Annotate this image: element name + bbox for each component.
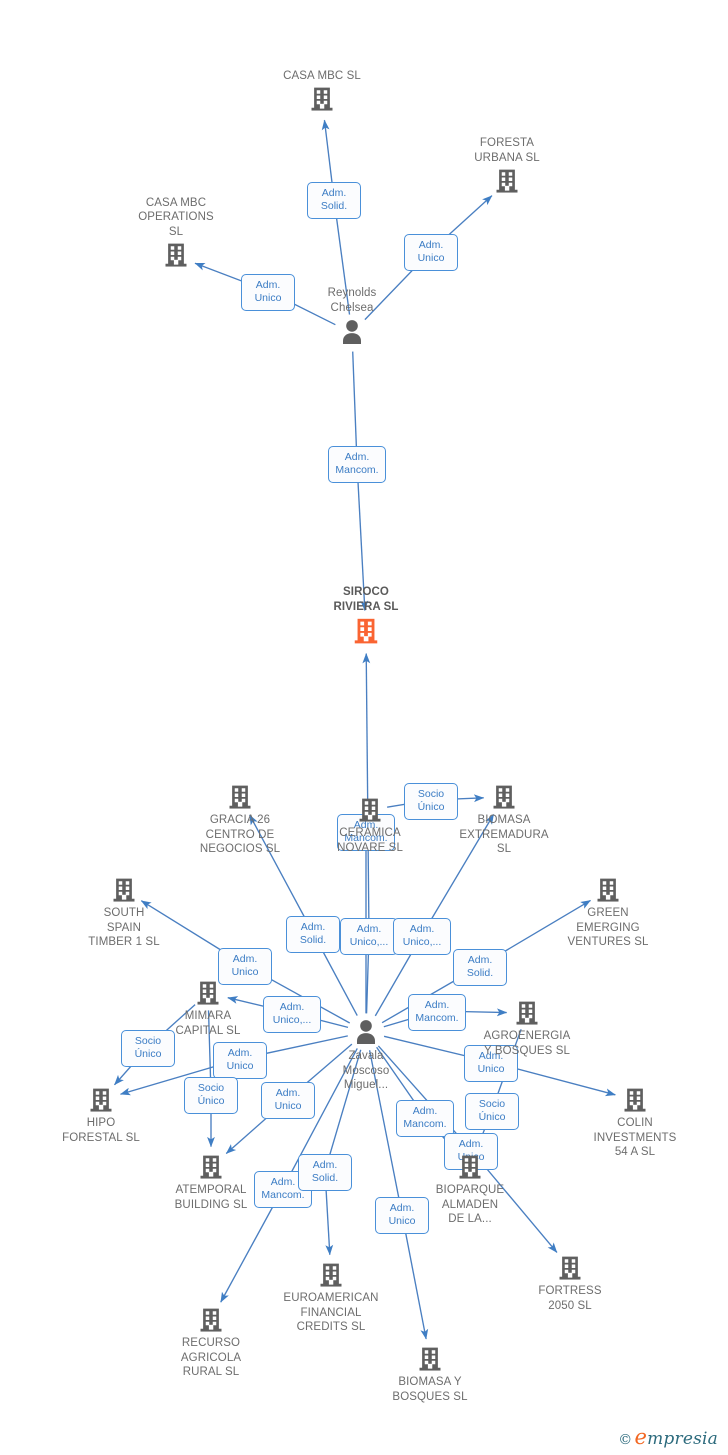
node-label: EUROAMERICAN FINANCIAL CREDITS SL [283,1292,379,1333]
node-zavala_moscoso[interactable]: Zavala Moscoso Miguel... [301,1017,431,1093]
node-label: BIOMASA EXTREMADURA SL [459,814,549,855]
node-mimara_capital[interactable]: MIMARA CAPITAL SL [143,979,273,1038]
node-bioparque_almaden[interactable]: BIOPARQUE ALMADEN DE LA... [405,1153,535,1227]
node-label: GRACIA 26 CENTRO DE NEGOCIOS SL [199,814,281,855]
node-gracia_26[interactable]: GRACIA 26 CENTRO DE NEGOCIOS SL [175,783,305,857]
node-label: FORTRESS 2050 SL [538,1285,602,1312]
node-label: CERAMICA NOVARE SL [337,827,403,854]
relationship-tag-agroenergia-to-bioparque_almaden[interactable]: Socio Único [465,1093,519,1130]
node-recurso_agricola[interactable]: RECURSO AGRICOLA RURAL SL [146,1306,276,1380]
company-building-icon [439,783,569,811]
company-building-icon [505,1254,635,1282]
company-building-icon [462,999,592,1027]
person-icon [287,317,417,347]
node-label: Zavala Moscoso Miguel... [342,1050,390,1091]
node-fortress_2050[interactable]: FORTRESS 2050 SL [505,1254,635,1313]
node-biomasa_extremadura[interactable]: BIOMASA EXTREMADURA SL [439,783,569,857]
node-siroco_riviera[interactable]: SIROCO RIVIERA SL [301,585,431,646]
node-green_emerging[interactable]: GREEN EMERGING VENTURES SL [543,876,673,950]
company-building-icon [146,1153,276,1181]
node-casa_mbc[interactable]: CASA MBC SL [257,69,387,114]
relationship-tag-zavala_moscoso-to-gracia_26[interactable]: Adm. Solid. [286,916,340,953]
company-building-icon [405,1153,535,1181]
node-label: RECURSO AGRICOLA RURAL SL [180,1337,242,1378]
company-building-icon [146,1306,276,1334]
node-hipo_forestal[interactable]: HIPO FORESTAL SL [36,1086,166,1145]
node-ceramica_novare[interactable]: CERAMICA NOVARE SL [305,796,435,855]
edge-layer [114,119,616,1340]
node-label: GREEN EMERGING VENTURES SL [567,907,649,948]
relationship-tag-reynolds_chelsea-to-siroco_riviera[interactable]: Adm. Mancom. [328,446,386,483]
company-building-icon [257,85,387,113]
node-label: ATEMPORAL BUILDING SL [174,1184,248,1211]
relationship-tag-zavala_moscoso-to-biomasa_extremadura[interactable]: Adm. Unico,... [393,918,451,955]
company-building-icon [543,876,673,904]
copyright-symbol: © [618,1432,633,1448]
company-building-icon [570,1086,700,1114]
person-icon [301,1017,431,1047]
node-agroenergia[interactable]: AGROENERGIA Y BOSQUES SL [462,999,592,1058]
relationship-tag-zavala_moscoso-to-euroamerican[interactable]: Adm. Solid. [298,1154,352,1191]
node-label: BIOPARQUE ALMADEN DE LA... [435,1184,505,1225]
company-building-icon [305,796,435,824]
node-label: Reynolds Chelsea [327,287,377,314]
relationship-tag-zavala_moscoso-to-hipo_forestal[interactable]: Adm. Unico [213,1042,267,1079]
node-label: FORESTA URBANA SL [474,137,540,164]
node-euroamerican[interactable]: EUROAMERICAN FINANCIAL CREDITS SL [266,1261,396,1335]
relationship-tag-zavala_moscoso-to-green_emerging[interactable]: Adm. Solid. [453,949,507,986]
watermark-text: mpresia [647,1429,718,1449]
company-building-icon [111,241,241,269]
relationship-tag-reynolds_chelsea-to-foresta_urbana[interactable]: Adm. Unico [404,234,458,271]
relationship-tag-zavala_moscoso-to-bioparque_almaden[interactable]: Adm. Mancom. [396,1100,454,1137]
node-biomasa_bosques[interactable]: BIOMASA Y BOSQUES SL [365,1345,495,1404]
node-label: CASA MBC SL [283,69,361,82]
relationship-tag-reynolds_chelsea-to-casa_mbc[interactable]: Adm. Solid. [307,182,361,219]
node-foresta_urbana[interactable]: FORESTA URBANA SL [442,136,572,195]
relationship-tag-mimara_capital-to-atemporal_building[interactable]: Socio Único [184,1077,238,1114]
node-label: BIOMASA Y BOSQUES SL [392,1376,468,1403]
node-label: COLIN INVESTMENTS 54 A SL [593,1117,677,1158]
node-label: SIROCO RIVIERA SL [333,586,399,613]
company-building-icon [442,167,572,195]
node-south_spain_timber[interactable]: SOUTH SPAIN TIMBER 1 SL [59,876,189,950]
company-building-icon [175,783,305,811]
company-building-icon [36,1086,166,1114]
focus-company-building-icon [301,616,431,646]
company-building-icon [266,1261,396,1289]
empresia-watermark: ©empresia [618,1425,718,1449]
node-label: HIPO FORESTAL SL [62,1117,140,1144]
watermark-initial: e [634,1425,648,1449]
node-label: AGROENERGIA Y BOSQUES SL [483,1030,571,1057]
company-building-icon [143,979,273,1007]
company-building-icon [365,1345,495,1373]
node-label: MIMARA CAPITAL SL [175,1010,241,1037]
relationship-tag-zavala_moscoso-to-siroco_riviera[interactable]: Adm. Unico,... [340,918,398,955]
node-atemporal_building[interactable]: ATEMPORAL BUILDING SL [146,1153,276,1212]
node-reynolds_chelsea[interactable]: Reynolds Chelsea [287,286,417,347]
node-label: CASA MBC OPERATIONS SL [138,196,214,238]
relationship-diagram-canvas: Adm. Solid. Adm. Unico Adm. Unico Adm. Manc… [0,0,728,1455]
node-label: SOUTH SPAIN TIMBER 1 SL [88,907,160,948]
company-building-icon [59,876,189,904]
node-casa_mbc_operations[interactable]: CASA MBC OPERATIONS SL [111,196,241,270]
node-colin_investments[interactable]: COLIN INVESTMENTS 54 A SL [570,1086,700,1160]
